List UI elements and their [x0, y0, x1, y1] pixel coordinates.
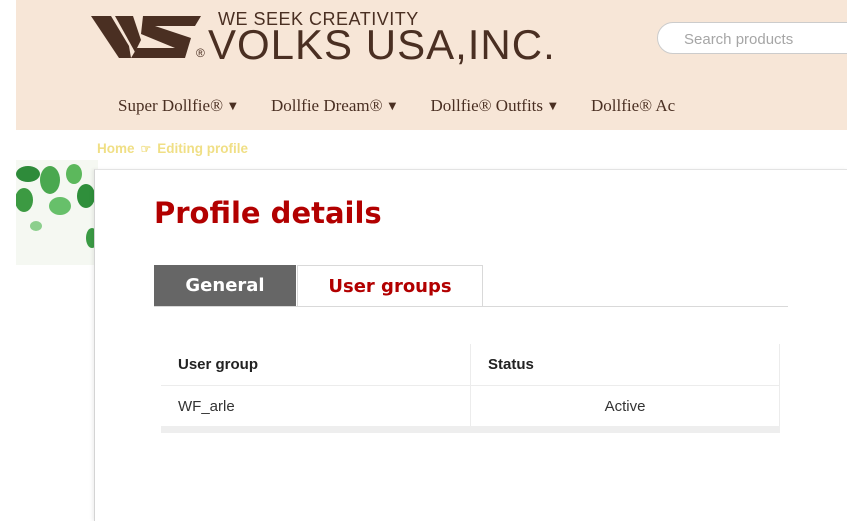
logo-brand-name: VOLKS USA,INC.	[208, 21, 556, 68]
vs-logo-mark-icon	[91, 16, 201, 58]
nav-item-label: Dollfie® Outfits	[430, 96, 544, 115]
status-cell: Active	[470, 385, 780, 428]
site-logo[interactable]: ® WE SEEK CREATIVITY VOLKS USA,INC.	[91, 8, 651, 68]
registered-mark: ®	[196, 46, 205, 60]
breadcrumb-home-link[interactable]: Home	[97, 141, 135, 156]
profile-panel: Profile details General User groups User…	[94, 169, 847, 521]
breadcrumb: Home ☞ Editing profile	[97, 141, 248, 156]
nav-item-dollfie-accessories[interactable]: Dollfie® Ac	[591, 96, 675, 116]
tab-user-groups[interactable]: User groups	[297, 265, 483, 306]
table-footer	[161, 426, 780, 433]
breadcrumb-current: Editing profile	[157, 141, 249, 156]
main-nav: Super Dollfie® ▼ Dollfie Dream® ▼ Dollfie®…	[118, 96, 705, 116]
user-groups-table: User group Status WF_arle Active	[161, 344, 780, 428]
leaves-icon	[16, 164, 98, 248]
column-header-status: Status	[470, 344, 780, 386]
page-title: Profile details	[154, 196, 382, 230]
caret-down-icon: ▼	[549, 101, 557, 112]
nav-item-dollfie-dream[interactable]: Dollfie Dream® ▼	[271, 96, 396, 116]
nav-item-label: Super Dollfie®	[118, 96, 223, 115]
tab-general[interactable]: General	[154, 265, 296, 306]
caret-down-icon: ▼	[388, 101, 397, 112]
column-header-user-group: User group	[161, 344, 471, 386]
leaves-decoration	[16, 160, 98, 265]
search-input[interactable]	[682, 30, 847, 49]
table-header-row: User group Status	[161, 344, 780, 386]
search-box[interactable]	[657, 22, 847, 54]
table-row: WF_arle Active	[161, 385, 780, 428]
caret-down-icon: ▼	[228, 101, 237, 112]
profile-tabs: General User groups	[154, 265, 788, 307]
site-header: ® WE SEEK CREATIVITY VOLKS USA,INC. Supe…	[16, 0, 847, 130]
nav-item-label: Dollfie Dream®	[270, 96, 383, 115]
user-group-cell: WF_arle	[161, 385, 471, 428]
nav-item-super-dollfie[interactable]: Super Dollfie® ▼	[118, 96, 237, 116]
hand-pointer-icon: ☞	[140, 142, 152, 156]
nav-item-label: Dollfie® Ac	[590, 96, 676, 115]
nav-item-dollfie-outfits[interactable]: Dollfie® Outfits ▼	[430, 96, 556, 116]
